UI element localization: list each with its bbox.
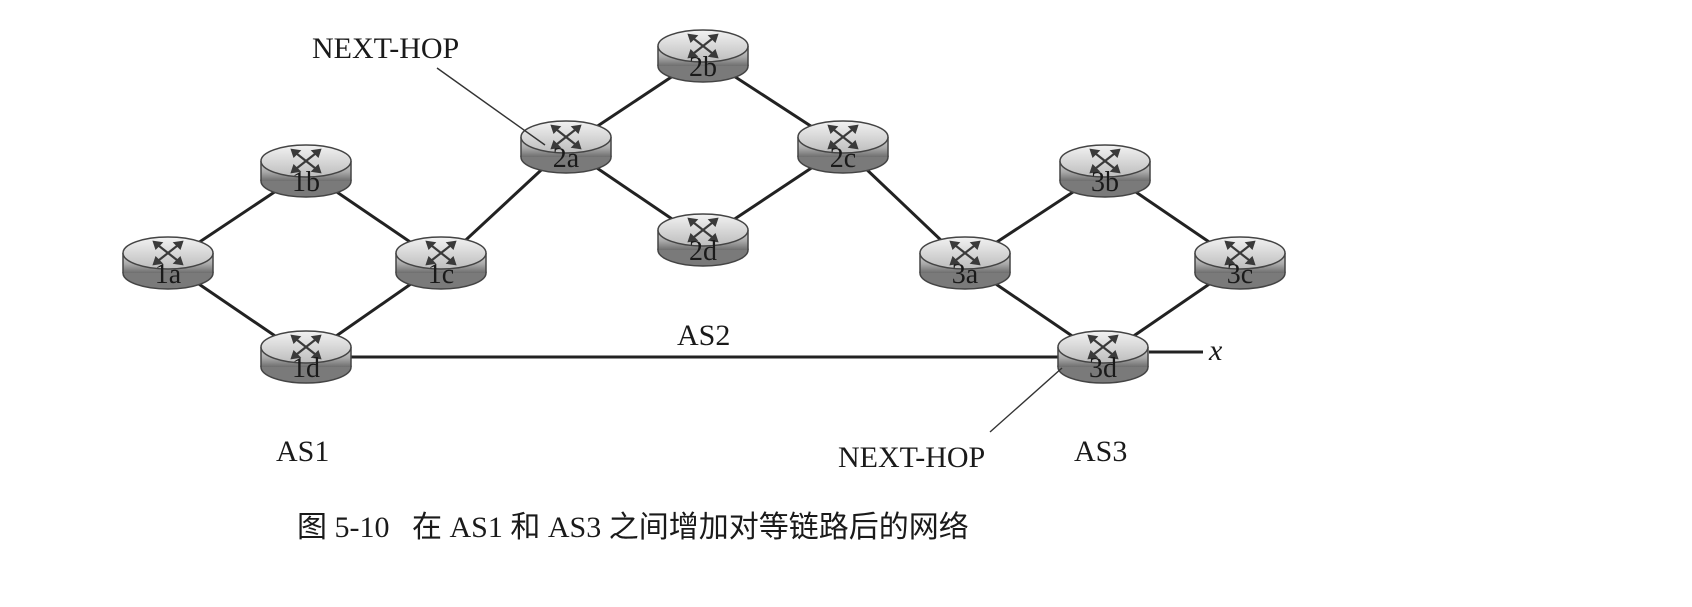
network-diagram: 1a 1b 1c 1d 2a 2b 2c 2d 3a 3b 3c 3d NEXT-HOP AS2 AS… bbox=[0, 0, 1692, 602]
router-2b: 2b bbox=[656, 28, 750, 84]
router-label-1c: 1c bbox=[428, 259, 454, 290]
as2-label: AS2 bbox=[677, 319, 730, 352]
router-label-2c: 2c bbox=[830, 143, 856, 174]
router-2d: 2d bbox=[656, 212, 750, 268]
router-label-1b: 1b bbox=[292, 167, 320, 198]
router-1a: 1a bbox=[121, 235, 215, 291]
as1-label: AS1 bbox=[276, 435, 329, 468]
next-hop-bottom-leader bbox=[989, 367, 1063, 433]
router-label-3c: 3c bbox=[1227, 259, 1253, 290]
router-1c: 1c bbox=[394, 235, 488, 291]
as3-label: AS3 bbox=[1074, 435, 1127, 468]
router-label-1a: 1a bbox=[155, 259, 182, 290]
next-hop-bottom-label: NEXT-HOP bbox=[838, 441, 985, 474]
router-label-2a: 2a bbox=[553, 143, 580, 174]
router-1b: 1b bbox=[259, 143, 353, 199]
router-3b: 3b bbox=[1058, 143, 1152, 199]
links-layer bbox=[167, 54, 1241, 359]
router-3d: 3d bbox=[1056, 329, 1150, 385]
router-label-3b: 3b bbox=[1091, 167, 1119, 198]
router-3c: 3c bbox=[1193, 235, 1287, 291]
next-hop-top-label: NEXT-HOP bbox=[312, 32, 459, 65]
router-2c: 2c bbox=[796, 119, 890, 175]
router-label-2d: 2d bbox=[689, 236, 717, 267]
router-3a: 3a bbox=[918, 235, 1012, 291]
router-2a: 2a bbox=[519, 119, 613, 175]
router-label-2b: 2b bbox=[689, 52, 717, 83]
router-label-3a: 3a bbox=[952, 259, 979, 290]
external-x-label: x bbox=[1208, 334, 1223, 367]
router-label-1d: 1d bbox=[292, 353, 320, 384]
figure-caption: 图 5-10 在 AS1 和 AS3 之间增加对等链路后的网络 bbox=[297, 511, 969, 544]
next-hop-top-leader bbox=[436, 67, 546, 146]
router-label-3d: 3d bbox=[1089, 353, 1117, 384]
network-diagram-svg: 1a 1b 1c 1d 2a 2b 2c 2d 3a 3b 3c 3d NEXT-HOP AS2 AS… bbox=[121, 28, 1287, 544]
router-1d: 1d bbox=[259, 329, 353, 385]
